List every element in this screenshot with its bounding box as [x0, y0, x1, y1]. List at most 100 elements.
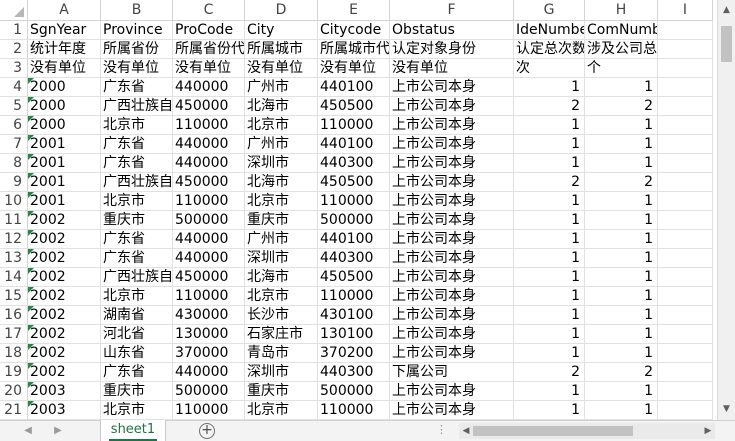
cell-d9[interactable]: 北海市 — [245, 173, 318, 192]
cell-d4[interactable]: 广州市 — [245, 78, 318, 97]
vertical-scroll-thumb[interactable] — [721, 26, 732, 62]
cell-g15[interactable]: 1 — [514, 287, 585, 306]
cell-a5[interactable]: 2000 — [28, 97, 101, 116]
cell-e8[interactable]: 440300 — [318, 154, 390, 173]
scroll-down-arrow-icon[interactable]: ▼ — [718, 401, 735, 418]
cell-f8[interactable]: 上市公司本身 — [390, 154, 514, 173]
cell-d20[interactable]: 重庆市 — [245, 382, 318, 401]
cell-g18[interactable]: 1 — [514, 344, 585, 363]
cell-b2[interactable]: 所属省份 — [101, 40, 173, 59]
row-header-17[interactable]: 17 — [0, 325, 28, 344]
cell-b13[interactable]: 广东省 — [101, 249, 173, 268]
cell-i2[interactable] — [658, 40, 713, 59]
column-header-g[interactable]: G — [514, 0, 585, 21]
column-header-e[interactable]: E — [318, 0, 390, 21]
column-header-h[interactable]: H — [585, 0, 658, 21]
cell-e5[interactable]: 450500 — [318, 97, 390, 116]
cell-b17[interactable]: 河北省 — [101, 325, 173, 344]
column-header-f[interactable]: F — [390, 0, 514, 21]
cell-b1[interactable]: Province — [101, 21, 173, 40]
cell-c21[interactable]: 110000 — [173, 401, 245, 420]
cell-f18[interactable]: 上市公司本身 — [390, 344, 514, 363]
cell-g1[interactable]: IdeNumber — [514, 21, 585, 40]
cell-g12[interactable]: 1 — [514, 230, 585, 249]
cell-c4[interactable]: 440000 — [173, 78, 245, 97]
cell-f13[interactable]: 上市公司本身 — [390, 249, 514, 268]
cell-e6[interactable]: 110000 — [318, 116, 390, 135]
cell-e3[interactable]: 没有单位 — [318, 59, 390, 78]
cell-g7[interactable]: 1 — [514, 135, 585, 154]
row-header-5[interactable]: 5 — [0, 97, 28, 116]
row-header-9[interactable]: 9 — [0, 173, 28, 192]
cell-f12[interactable]: 上市公司本身 — [390, 230, 514, 249]
cell-h10[interactable]: 1 — [585, 192, 658, 211]
cell-b12[interactable]: 广东省 — [101, 230, 173, 249]
horizontal-scrollbar[interactable]: ◀ ▶ — [459, 423, 715, 439]
row-header-16[interactable]: 16 — [0, 306, 28, 325]
cell-i20[interactable] — [658, 382, 713, 401]
cell-f2[interactable]: 认定对象身份 — [390, 40, 514, 59]
cell-i18[interactable] — [658, 344, 713, 363]
cell-f20[interactable]: 上市公司本身 — [390, 382, 514, 401]
cell-a16[interactable]: 2002 — [28, 306, 101, 325]
cell-e1[interactable]: Citycode — [318, 21, 390, 40]
cell-e19[interactable]: 440300 — [318, 363, 390, 382]
cell-e13[interactable]: 440300 — [318, 249, 390, 268]
cell-a18[interactable]: 2002 — [28, 344, 101, 363]
cell-f15[interactable]: 上市公司本身 — [390, 287, 514, 306]
scroll-left-arrow-icon[interactable]: ◀ — [459, 423, 473, 439]
cell-f21[interactable]: 上市公司本身 — [390, 401, 514, 420]
cell-c3[interactable]: 没有单位 — [173, 59, 245, 78]
cell-f19[interactable]: 下属公司 — [390, 363, 514, 382]
cell-i6[interactable] — [658, 116, 713, 135]
tab-splitter-handle[interactable]: ⋮ — [436, 423, 448, 436]
cell-h3[interactable]: 个 — [585, 59, 658, 78]
row-header-20[interactable]: 20 — [0, 382, 28, 401]
row-header-21[interactable]: 21 — [0, 401, 28, 420]
cell-h1[interactable]: ComNumber — [585, 21, 658, 40]
cell-h16[interactable]: 1 — [585, 306, 658, 325]
cell-e4[interactable]: 440100 — [318, 78, 390, 97]
cell-f4[interactable]: 上市公司本身 — [390, 78, 514, 97]
cell-c19[interactable]: 440000 — [173, 363, 245, 382]
cell-e9[interactable]: 450500 — [318, 173, 390, 192]
cell-h19[interactable]: 2 — [585, 363, 658, 382]
cell-f6[interactable]: 上市公司本身 — [390, 116, 514, 135]
cell-h12[interactable]: 1 — [585, 230, 658, 249]
cell-f11[interactable]: 上市公司本身 — [390, 211, 514, 230]
row-header-12[interactable]: 12 — [0, 230, 28, 249]
cell-f3[interactable]: 没有单位 — [390, 59, 514, 78]
cell-i1[interactable] — [658, 21, 713, 40]
cell-i13[interactable] — [658, 249, 713, 268]
cell-i12[interactable] — [658, 230, 713, 249]
cell-d18[interactable]: 青岛市 — [245, 344, 318, 363]
cell-a8[interactable]: 2001 — [28, 154, 101, 173]
row-header-11[interactable]: 11 — [0, 211, 28, 230]
cell-b6[interactable]: 北京市 — [101, 116, 173, 135]
cell-f5[interactable]: 上市公司本身 — [390, 97, 514, 116]
cell-a2[interactable]: 统计年度 — [28, 40, 101, 59]
cell-i10[interactable] — [658, 192, 713, 211]
cell-f7[interactable]: 上市公司本身 — [390, 135, 514, 154]
cell-d11[interactable]: 重庆市 — [245, 211, 318, 230]
cell-g19[interactable]: 2 — [514, 363, 585, 382]
cell-b9[interactable]: 广西壮族自治区 — [101, 173, 173, 192]
cell-f16[interactable]: 上市公司本身 — [390, 306, 514, 325]
row-header-14[interactable]: 14 — [0, 268, 28, 287]
cell-f17[interactable]: 上市公司本身 — [390, 325, 514, 344]
cell-c2[interactable]: 所属省份代码 — [173, 40, 245, 59]
cell-g3[interactable]: 次 — [514, 59, 585, 78]
cell-h14[interactable]: 1 — [585, 268, 658, 287]
cell-d12[interactable]: 广州市 — [245, 230, 318, 249]
cell-g4[interactable]: 1 — [514, 78, 585, 97]
cell-c5[interactable]: 450000 — [173, 97, 245, 116]
cell-a21[interactable]: 2003 — [28, 401, 101, 420]
row-header-6[interactable]: 6 — [0, 116, 28, 135]
cell-a19[interactable]: 2002 — [28, 363, 101, 382]
cell-f1[interactable]: Obstatus — [390, 21, 514, 40]
cell-c1[interactable]: ProCode — [173, 21, 245, 40]
cell-g14[interactable]: 1 — [514, 268, 585, 287]
cell-g13[interactable]: 1 — [514, 249, 585, 268]
cell-i4[interactable] — [658, 78, 713, 97]
cell-g11[interactable]: 1 — [514, 211, 585, 230]
